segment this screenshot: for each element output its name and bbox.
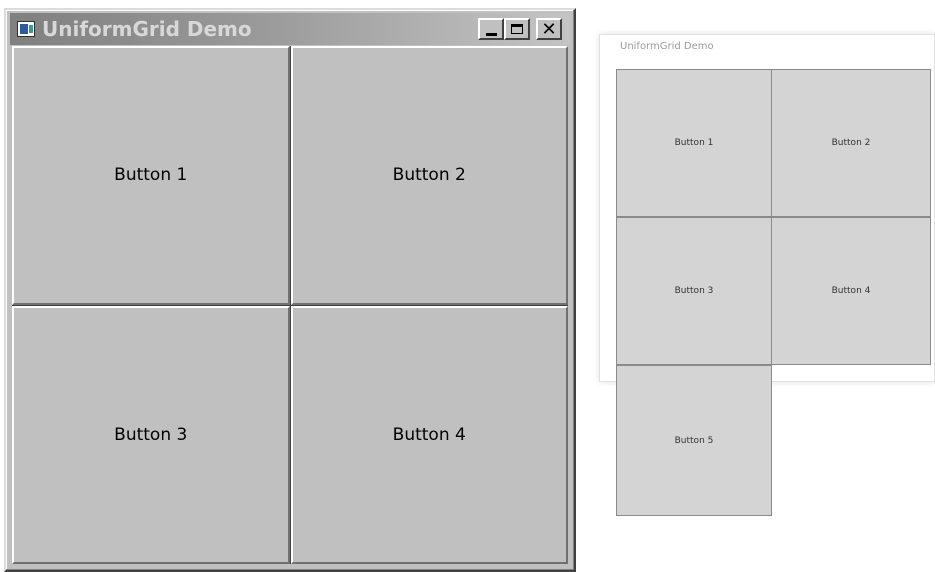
- modern-grid-button-2[interactable]: Button 2: [771, 69, 931, 217]
- modern-grid-button-5[interactable]: Button 5: [616, 365, 772, 516]
- window-title: UniformGrid Demo: [42, 17, 252, 41]
- modern-grid-button-3[interactable]: Button 3: [616, 217, 772, 365]
- app-icon[interactable]: [17, 21, 35, 37]
- maximize-icon: [511, 24, 523, 34]
- title-bar[interactable]: UniformGrid Demo ✕: [10, 13, 570, 45]
- modern-grid-button-4[interactable]: Button 4: [771, 217, 931, 365]
- modern-grid-button-1[interactable]: Button 1: [616, 69, 772, 217]
- classic-window: UniformGrid Demo ✕ Button 1 Button 2 But…: [4, 8, 576, 572]
- minimize-icon: [485, 32, 497, 36]
- grid-button-4[interactable]: Button 4: [290, 305, 568, 564]
- minimize-button[interactable]: [478, 18, 504, 40]
- close-icon: ✕: [541, 18, 557, 40]
- grid-button-2[interactable]: Button 2: [290, 46, 568, 305]
- grid-button-3[interactable]: Button 3: [12, 305, 290, 564]
- grid-button-1[interactable]: Button 1: [12, 46, 290, 305]
- modern-window-title: UniformGrid Demo: [620, 41, 714, 52]
- close-button[interactable]: ✕: [536, 18, 562, 40]
- maximize-button[interactable]: [504, 18, 530, 40]
- uniform-grid: Button 1 Button 2 Button 3 Button 4: [12, 46, 568, 564]
